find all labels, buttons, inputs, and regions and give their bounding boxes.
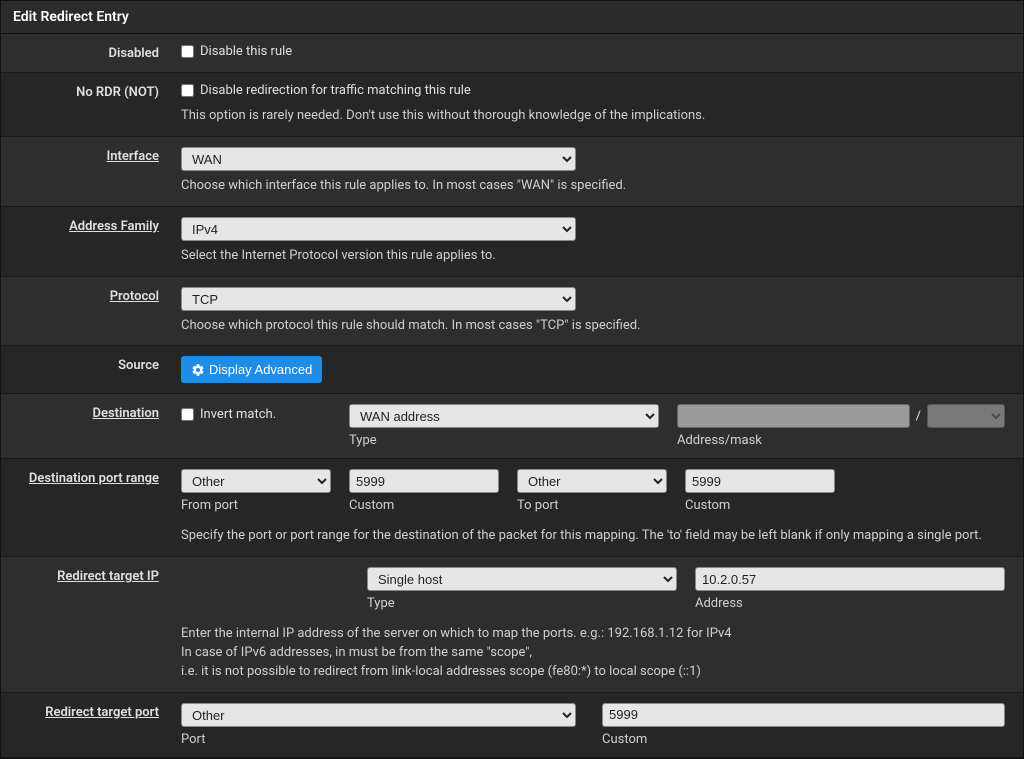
dest-port-help: Specify the port or port range for the d…	[181, 527, 1005, 546]
row-disabled: Disabled Disable this rule	[1, 34, 1023, 73]
redirect-address-label: Address	[695, 596, 1005, 611]
label-redirect-ip: Redirect target IP	[57, 569, 159, 584]
interface-select[interactable]: WAN	[181, 147, 576, 171]
label-disabled: Disabled	[1, 44, 181, 62]
display-advanced-label: Display Advanced	[209, 362, 312, 377]
redirect-ip-help1: Enter the internal IP address of the ser…	[181, 625, 1005, 644]
protocol-select[interactable]: TCP	[181, 287, 576, 311]
redirect-type-select[interactable]: Single host	[367, 567, 677, 591]
edit-redirect-panel: Edit Redirect Entry Disabled Disable thi…	[0, 0, 1024, 759]
from-custom-label: Custom	[349, 498, 499, 513]
row-dest-port: Destination port range Other From port C…	[1, 459, 1023, 557]
label-protocol: Protocol	[110, 289, 159, 304]
destination-type-label: Type	[349, 433, 659, 448]
to-port-select[interactable]: Other	[517, 469, 667, 493]
no-rdr-checkbox-label: Disable redirection for traffic matching…	[200, 83, 471, 98]
label-interface: Interface	[106, 149, 159, 164]
row-no-rdr: No RDR (NOT) Disable redirection for tra…	[1, 73, 1023, 137]
redirect-type-label: Type	[367, 596, 677, 611]
row-redirect-port: Redirect target port Other Port Custom	[1, 693, 1023, 758]
address-family-help: Select the Internet Protocol version thi…	[181, 247, 1005, 266]
row-protocol: Protocol TCP Choose which protocol this …	[1, 277, 1023, 347]
disabled-checkbox-wrap[interactable]: Disable this rule	[181, 44, 292, 59]
label-source: Source	[1, 356, 181, 383]
panel-title: Edit Redirect Entry	[1, 1, 1023, 34]
destination-addr-label: Address/mask	[677, 433, 1005, 448]
label-destination: Destination	[93, 406, 160, 421]
no-rdr-checkbox[interactable]	[181, 84, 194, 97]
redirect-port-custom-input[interactable]	[602, 703, 1005, 727]
redirect-port-custom-label: Custom	[602, 732, 1005, 747]
disabled-checkbox-label: Disable this rule	[200, 44, 292, 59]
row-redirect-ip: Redirect target IP Single host Type Addr…	[1, 557, 1023, 693]
destination-type-select[interactable]: WAN address	[349, 404, 659, 428]
label-redirect-port: Redirect target port	[45, 705, 159, 720]
row-source: Source Display Advanced	[1, 346, 1023, 394]
redirect-port-label: Port	[181, 732, 584, 747]
no-rdr-checkbox-wrap[interactable]: Disable redirection for traffic matching…	[181, 83, 471, 98]
from-port-select[interactable]: Other	[181, 469, 331, 493]
row-destination: Destination Invert match. WAN address Ty…	[1, 394, 1023, 459]
redirect-port-select[interactable]: Other	[181, 703, 576, 727]
mask-separator: /	[916, 409, 921, 424]
display-advanced-button[interactable]: Display Advanced	[181, 356, 322, 383]
to-port-label: To port	[517, 498, 667, 513]
gear-icon	[191, 363, 205, 377]
protocol-help: Choose which protocol this rule should m…	[181, 317, 1005, 336]
invert-match-label: Invert match.	[200, 407, 276, 422]
destination-address-input	[677, 404, 910, 428]
redirect-ip-help2: In case of IPv6 addresses, in must be fr…	[181, 644, 1005, 663]
row-interface: Interface WAN Choose which interface thi…	[1, 137, 1023, 207]
no-rdr-help: This option is rarely needed. Don't use …	[181, 107, 1005, 126]
invert-match-checkbox[interactable]	[181, 408, 194, 421]
address-family-select[interactable]: IPv4	[181, 217, 576, 241]
redirect-ip-help3: i.e. it is not possible to redirect from…	[181, 663, 1005, 682]
row-address-family: Address Family IPv4 Select the Internet …	[1, 207, 1023, 277]
to-custom-input[interactable]	[685, 469, 835, 493]
disabled-checkbox[interactable]	[181, 45, 194, 58]
label-no-rdr: No RDR (NOT)	[1, 83, 181, 126]
label-dest-port: Destination port range	[29, 471, 159, 486]
destination-mask-select	[927, 404, 1005, 428]
from-custom-input[interactable]	[349, 469, 499, 493]
to-custom-label: Custom	[685, 498, 835, 513]
redirect-address-input[interactable]	[695, 567, 1005, 591]
from-port-label: From port	[181, 498, 331, 513]
invert-match-wrap[interactable]: Invert match.	[181, 407, 331, 422]
interface-help: Choose which interface this rule applies…	[181, 177, 1005, 196]
label-address-family: Address Family	[69, 219, 159, 234]
